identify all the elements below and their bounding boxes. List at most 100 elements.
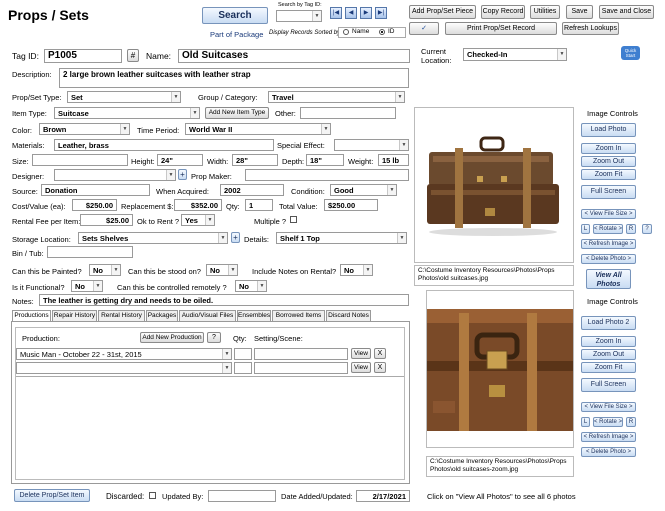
functional-select[interactable]: No ▼ <box>71 280 103 292</box>
full-screen-button-1[interactable]: Full Screen <box>581 185 636 199</box>
refresh-image-button-1[interactable]: < Refresh Image > <box>581 239 636 249</box>
weight-field[interactable]: 15 lb <box>378 154 409 166</box>
multiple-checkbox[interactable] <box>290 216 297 223</box>
description-field[interactable]: 2 large brown leather suitcases with lea… <box>59 68 409 88</box>
last-record-button[interactable]: ▶| <box>375 7 387 19</box>
production-help-button[interactable]: ? <box>207 332 221 343</box>
add-production-button[interactable]: Add New Production <box>140 332 204 343</box>
next-record-button[interactable]: ▶ <box>360 7 372 19</box>
production-qty-2[interactable] <box>234 362 252 374</box>
item-type-select[interactable]: Suitcase ▼ <box>54 107 200 119</box>
production-delete-button-2[interactable]: X <box>374 362 386 373</box>
source-field[interactable]: Donation <box>41 184 150 196</box>
tab-discard-notes[interactable]: Discard Notes <box>326 310 371 321</box>
qty-field[interactable]: 1 <box>245 199 273 211</box>
group-select[interactable]: Travel ▼ <box>268 91 405 103</box>
zoom-in-button-1[interactable]: Zoom In <box>581 143 636 154</box>
photo-frame-1[interactable] <box>414 107 574 263</box>
tab-ensembles[interactable]: Ensembles <box>237 310 271 321</box>
photo-help-button[interactable]: ? <box>642 224 652 234</box>
production-setting-1[interactable] <box>254 348 348 360</box>
view-file-size-button-2[interactable]: < View File Size > <box>581 402 636 412</box>
zoom-out-button-2[interactable]: Zoom Out <box>581 349 636 360</box>
zoom-out-button-1[interactable]: Zoom Out <box>581 156 636 167</box>
height-field[interactable]: 24" <box>157 154 203 166</box>
quick-start-button[interactable]: Quick Start <box>621 46 640 60</box>
first-record-button[interactable]: |◀ <box>330 7 342 19</box>
remote-select[interactable]: No ▼ <box>235 280 267 292</box>
subform-scroll-bar[interactable] <box>16 376 404 377</box>
load-photo-2-button[interactable]: Load Photo 2 <box>581 316 636 330</box>
notes-field[interactable]: The leather is getting dry and needs to … <box>39 294 409 306</box>
depth-field[interactable]: 18" <box>306 154 344 166</box>
rotate-left-button-2[interactable]: L <box>581 417 590 427</box>
production-setting-2[interactable] <box>254 362 348 374</box>
production-select-2[interactable]: ▼ <box>16 362 232 374</box>
prev-record-button[interactable]: ◀ <box>345 7 357 19</box>
prop-maker-field[interactable] <box>245 169 409 181</box>
spellcheck-button[interactable]: ✓ <box>409 22 439 35</box>
production-select-1[interactable]: Music Man - October 22 - 31st, 2015 ▼ <box>16 348 232 360</box>
search-button[interactable]: Search <box>202 7 268 24</box>
notes-rental-select[interactable]: No ▼ <box>340 264 373 276</box>
rotate-left-button-1[interactable]: L <box>581 224 590 234</box>
bin-field[interactable] <box>47 246 133 258</box>
utilities-button[interactable]: Utilities <box>530 5 560 19</box>
rotate-right-button-2[interactable]: R <box>626 417 636 427</box>
save-button[interactable]: Save <box>566 5 593 19</box>
delete-photo-button-1[interactable]: < Delete Photo > <box>581 254 636 264</box>
name-field[interactable]: Old Suitcases <box>178 49 410 63</box>
production-view-button-1[interactable]: View <box>351 348 371 359</box>
load-photo-button[interactable]: Load Photo <box>581 123 636 137</box>
designer-select[interactable]: ▼ <box>54 169 176 181</box>
view-all-photos-button[interactable]: View All Photos <box>586 269 631 289</box>
refresh-image-button-2[interactable]: < Refresh Image > <box>581 432 636 442</box>
replacement-field[interactable]: $352.00 <box>174 199 222 211</box>
acquired-field[interactable]: 2002 <box>220 184 284 196</box>
search-tag-select[interactable]: ▼ <box>276 10 322 22</box>
period-select[interactable]: World War II ▼ <box>185 123 331 135</box>
hash-button[interactable]: # <box>127 49 139 62</box>
type-select[interactable]: Set ▼ <box>67 91 181 103</box>
storage-select[interactable]: Sets Shelves ▼ <box>78 232 228 244</box>
tab-borrowed[interactable]: Borrowed Items <box>272 310 325 321</box>
rotate-button-2[interactable]: < Rotate > <box>593 417 623 427</box>
copy-record-button[interactable]: Copy Record <box>481 5 525 19</box>
production-view-button-2[interactable]: View <box>351 362 371 373</box>
current-location-select[interactable]: Checked-In ▼ <box>463 48 567 61</box>
discarded-checkbox[interactable] <box>149 492 156 499</box>
rotate-right-button-1[interactable]: R <box>626 224 636 234</box>
delete-photo-button-2[interactable]: < Delete Photo > <box>581 447 636 457</box>
production-delete-button-1[interactable]: X <box>374 348 386 359</box>
updated-by-field[interactable] <box>208 490 276 502</box>
stood-select[interactable]: No ▼ <box>206 264 238 276</box>
color-select[interactable]: Brown ▼ <box>39 123 130 135</box>
full-screen-button-2[interactable]: Full Screen <box>581 378 636 392</box>
tab-repair-history[interactable]: Repair History <box>52 310 97 321</box>
sort-id-radio[interactable] <box>379 29 385 35</box>
date-updated-field[interactable]: 2/17/2021 <box>356 490 410 502</box>
zoom-fit-button-1[interactable]: Zoom Fit <box>581 169 636 180</box>
zoom-in-button-2[interactable]: Zoom In <box>581 336 636 347</box>
size-field[interactable] <box>32 154 128 166</box>
tab-audio-visual[interactable]: Audio/Visual Files <box>179 310 236 321</box>
rotate-button-1[interactable]: < Rotate > <box>593 224 623 234</box>
width-field[interactable]: 28" <box>232 154 278 166</box>
condition-select[interactable]: Good ▼ <box>330 184 397 196</box>
add-designer-button[interactable]: + <box>178 169 187 180</box>
details-select[interactable]: Shelf 1 Top ▼ <box>276 232 407 244</box>
add-prop-button[interactable]: Add Prop/Set Piece <box>409 5 476 19</box>
photo-frame-2[interactable] <box>426 290 574 448</box>
production-qty-1[interactable] <box>234 348 252 360</box>
total-field[interactable]: $250.00 <box>324 199 378 211</box>
other-field[interactable] <box>300 107 396 119</box>
print-record-button[interactable]: Print Prop/Set Record <box>445 22 557 35</box>
zoom-fit-button-2[interactable]: Zoom Fit <box>581 362 636 373</box>
delete-item-button[interactable]: Delete Prop/Set Item <box>14 489 90 502</box>
tag-id-field[interactable]: P1005 <box>44 49 122 63</box>
tab-packages[interactable]: Packages <box>146 310 178 321</box>
add-storage-button[interactable]: + <box>231 232 240 243</box>
save-close-button[interactable]: Save and Close <box>599 5 654 19</box>
special-effect-select[interactable]: ▼ <box>334 139 409 151</box>
sort-name-radio[interactable] <box>343 29 349 35</box>
